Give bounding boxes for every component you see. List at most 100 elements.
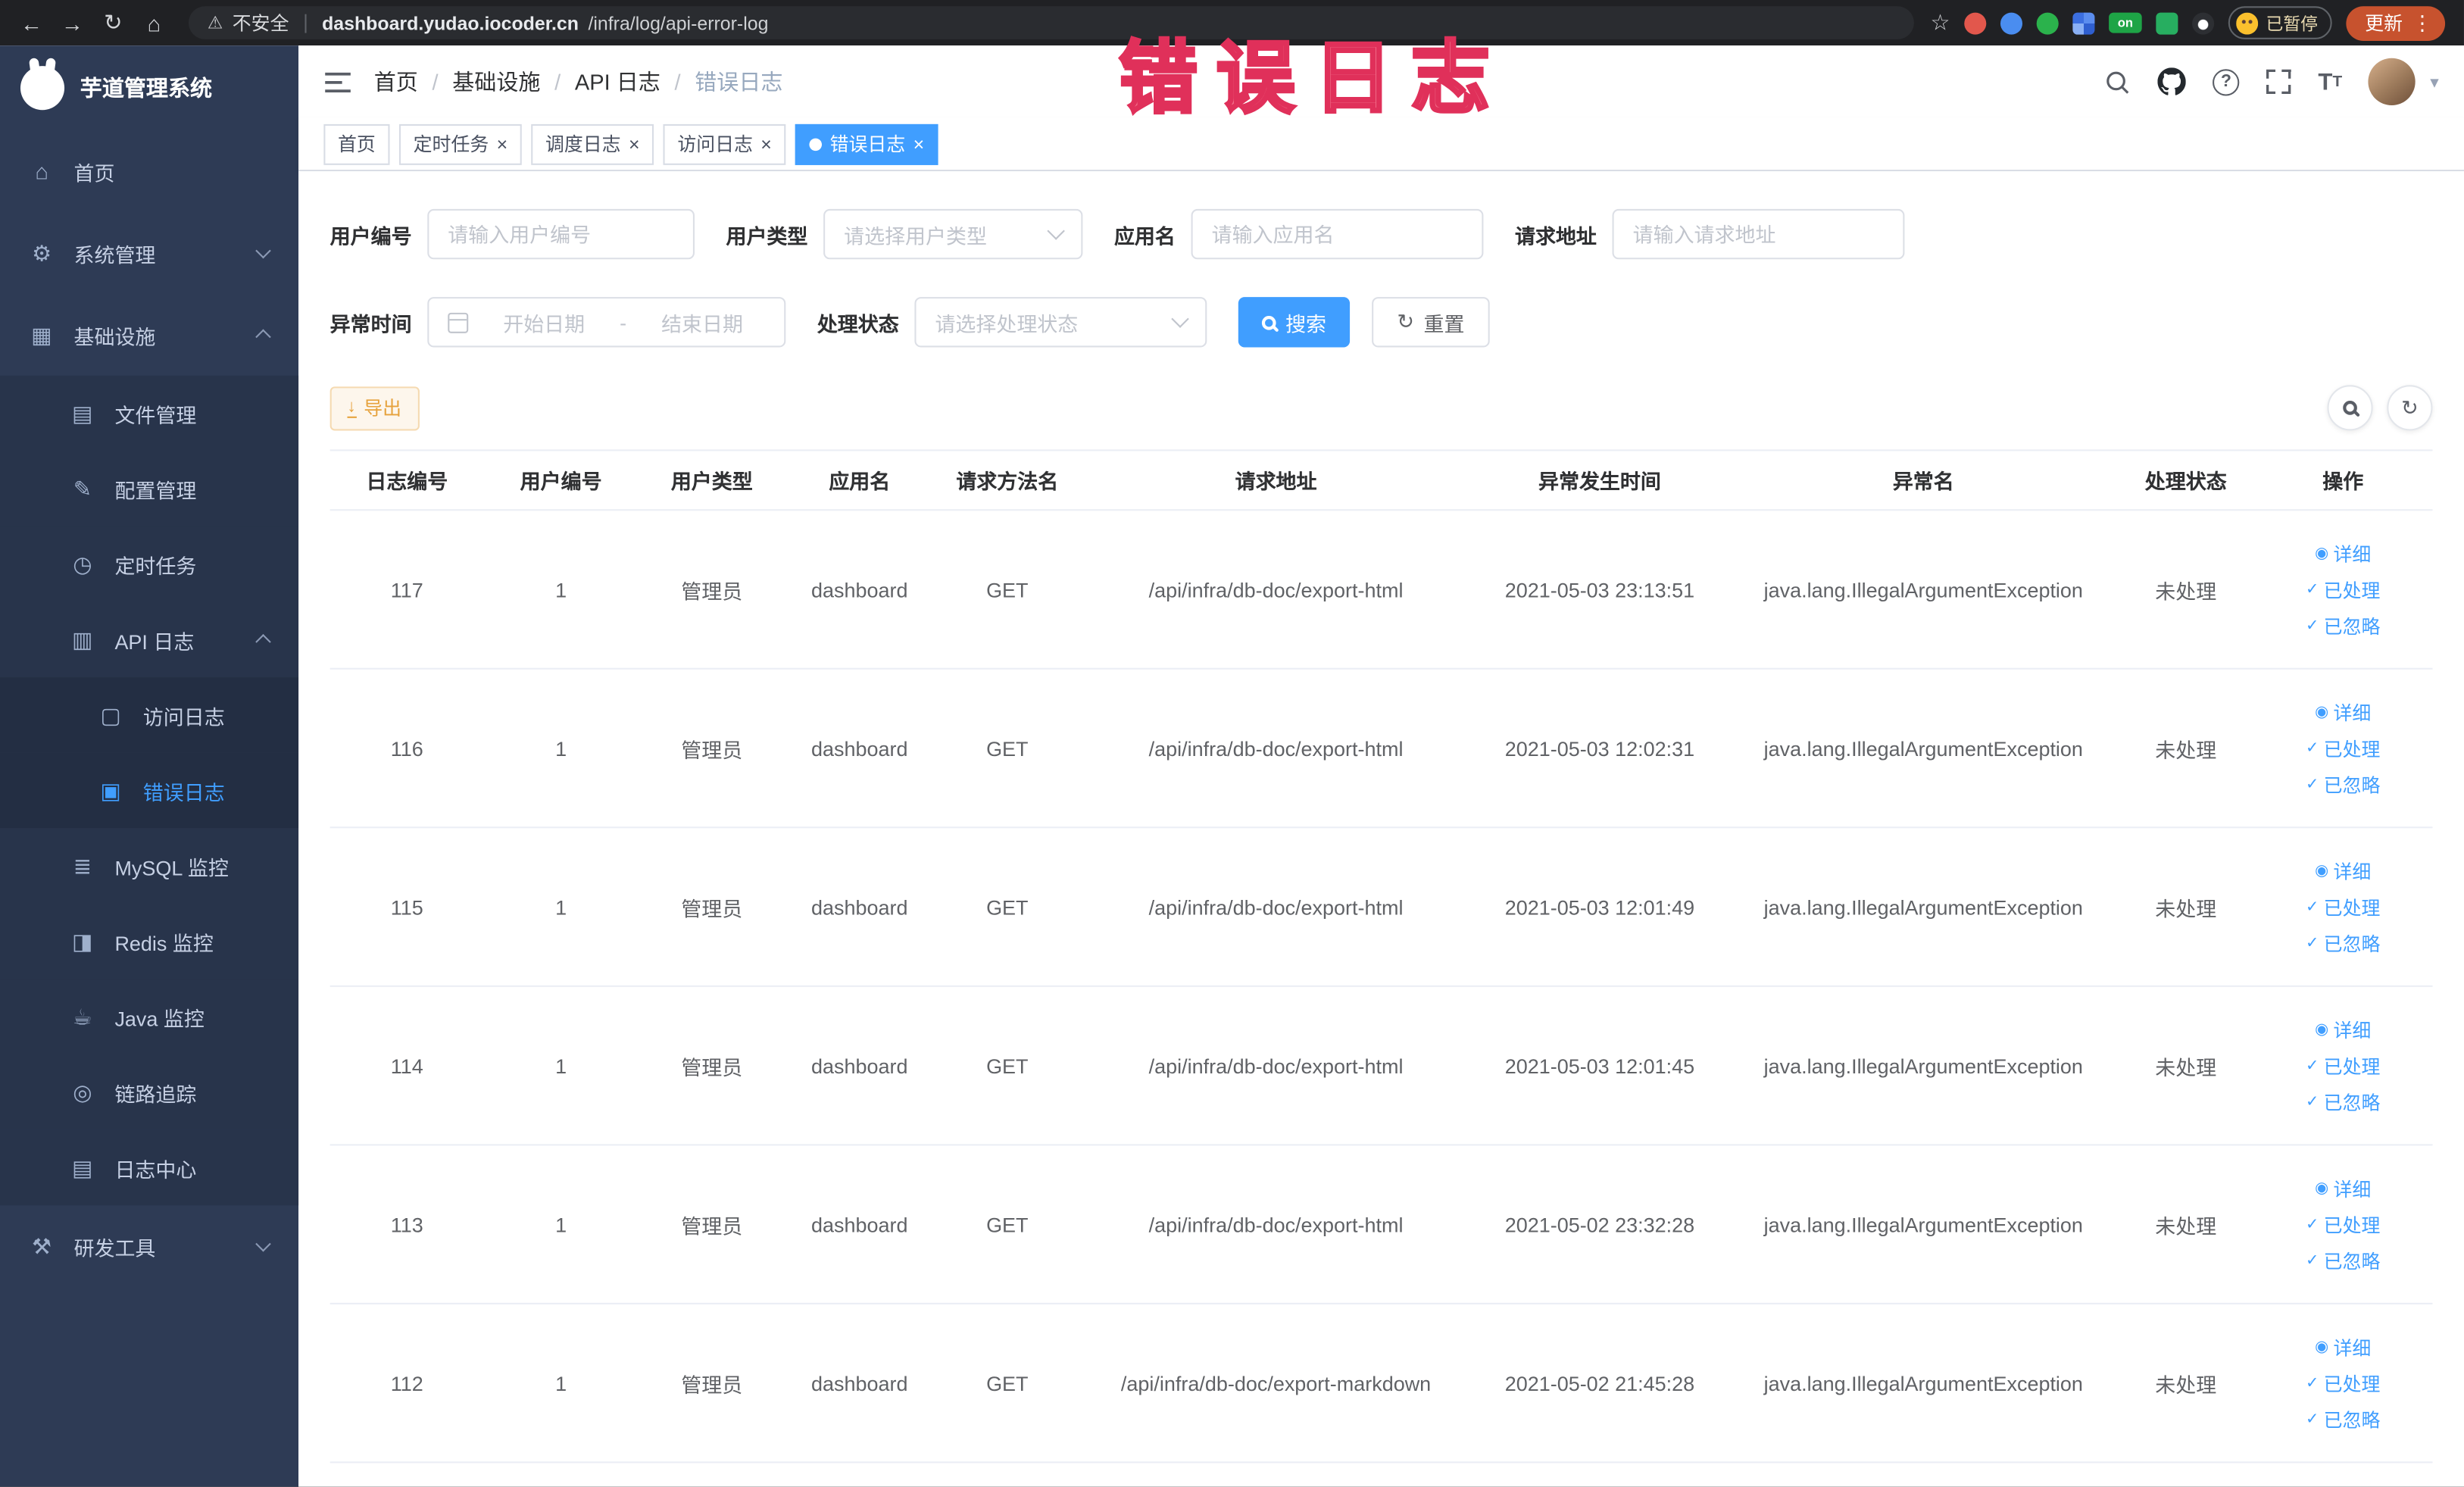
request-url-input[interactable] xyxy=(1612,208,1905,260)
cell-user-id: 1 xyxy=(555,1371,567,1395)
tab-scheduler-log[interactable]: 调度日志 × xyxy=(531,123,654,164)
mark-ignored-link[interactable]: ✓ 已忽略 xyxy=(2306,929,2380,956)
sidebar-item-mysql-monitor[interactable]: ≣ MySQL 监控 xyxy=(0,828,299,904)
tab-home[interactable]: 首页 xyxy=(323,123,390,164)
user-type-select[interactable]: 请选择用户类型 xyxy=(823,208,1083,260)
detail-link[interactable]: ◉ 详细 xyxy=(2315,1333,2371,1360)
forward-button[interactable]: → xyxy=(54,4,92,42)
tab-scheduled-jobs[interactable]: 定时任务 × xyxy=(398,123,522,164)
export-button[interactable]: ↓ 导出 xyxy=(329,386,419,430)
sidebar-item-file-manage[interactable]: ▤ 文件管理 xyxy=(0,375,299,451)
mark-ignored-link[interactable]: ✓ 已忽略 xyxy=(2306,1089,2380,1115)
check-icon: ✓ xyxy=(2306,934,2319,952)
search-button[interactable]: 搜索 xyxy=(1238,297,1351,348)
bookmark-star-icon[interactable]: ☆ xyxy=(1930,9,1950,36)
detail-link[interactable]: ◉ 详细 xyxy=(2315,540,2371,567)
sidebar-item-api-log[interactable]: ▥ API 日志 xyxy=(0,601,299,678)
exception-time-range[interactable]: 开始日期 - 结束日期 xyxy=(427,297,786,348)
breadcrumb-api-log[interactable]: API 日志 xyxy=(575,66,661,97)
extension-icon-blue[interactable] xyxy=(2000,11,2022,34)
mark-ignored-link[interactable]: ✓ 已忽略 xyxy=(2306,612,2380,639)
security-warning-icon: ⚠ xyxy=(207,14,223,33)
cell-log-id: 115 xyxy=(390,895,423,919)
mark-processed-link[interactable]: ✓ 已处理 xyxy=(2306,1370,2380,1396)
extension-icon-leaf[interactable] xyxy=(2156,11,2178,34)
sidebar-item-system-manage[interactable]: ⚙ 系统管理 xyxy=(0,212,298,294)
close-icon[interactable]: × xyxy=(629,134,640,153)
mark-processed-link[interactable]: ✓ 已处理 xyxy=(2306,576,2380,602)
update-button[interactable]: 更新 ⋮ xyxy=(2346,5,2446,40)
home-button[interactable]: ⌂ xyxy=(135,4,173,42)
extension-icon-paw[interactable] xyxy=(2192,11,2215,34)
sidebar-item-scheduled-jobs[interactable]: ◷ 定时任务 xyxy=(0,526,299,602)
sidebar-item-dev-tools[interactable]: ⚒ 研发工具 xyxy=(0,1205,298,1287)
close-icon[interactable]: × xyxy=(497,134,508,153)
avatar-caret-icon[interactable]: ▾ xyxy=(2430,71,2438,92)
extension-icon-grid[interactable] xyxy=(2072,11,2095,34)
sidebar-item-error-log[interactable]: ▣ 错误日志 xyxy=(0,752,299,829)
close-icon[interactable]: × xyxy=(760,134,772,153)
extension-icon-green[interactable] xyxy=(2036,11,2059,34)
profile-chip[interactable]: 已暂停 xyxy=(2228,6,2332,39)
column-header-user-id: 用户编号 xyxy=(520,470,602,494)
process-status-select[interactable]: 请选择处理状态 xyxy=(914,297,1207,348)
close-icon[interactable]: × xyxy=(913,134,925,153)
sidebar-item-home[interactable]: ⌂ 首页 xyxy=(0,130,298,212)
tabs-bar: 首页 定时任务 × 调度日志 × 访问日志 × 错误日志 × xyxy=(298,117,2464,172)
mark-processed-link[interactable]: ✓ 已处理 xyxy=(2306,1211,2380,1237)
help-icon[interactable]: ? xyxy=(2213,68,2240,95)
refresh-button[interactable]: ↻ xyxy=(2387,385,2433,431)
mark-processed-link[interactable]: ✓ 已处理 xyxy=(2306,735,2380,761)
check-icon: ✓ xyxy=(2306,1215,2319,1233)
security-label[interactable]: 不安全 xyxy=(233,9,289,36)
mark-processed-link[interactable]: ✓ 已处理 xyxy=(2306,1052,2380,1079)
sidebar-item-access-log[interactable]: ▢ 访问日志 xyxy=(0,677,299,753)
detail-link[interactable]: ◉ 详细 xyxy=(2315,1016,2371,1042)
breadcrumb-home[interactable]: 首页 xyxy=(374,66,418,97)
app-logo[interactable]: 芋道管理系统 xyxy=(0,45,298,130)
sidebar-item-redis-monitor[interactable]: ◨ Redis 监控 xyxy=(0,903,299,979)
sidebar-item-log-center[interactable]: ▤ 日志中心 xyxy=(0,1129,299,1206)
reload-button[interactable]: ↻ xyxy=(94,4,132,42)
table-row: 116 1 管理员 dashboard GET /api/infra/db-do… xyxy=(329,670,2433,829)
github-icon[interactable] xyxy=(2157,67,2187,95)
fullscreen-icon[interactable] xyxy=(2266,69,2292,95)
mark-processed-link[interactable]: ✓ 已处理 xyxy=(2306,893,2380,920)
cell-actions: ◉ 详细 ✓ 已处理 ✓ 已忽略 xyxy=(2253,698,2433,798)
font-size-icon[interactable]: TT xyxy=(2318,68,2342,95)
sidebar-item-java-monitor[interactable]: ☕ Java 监控 xyxy=(0,979,299,1055)
breadcrumb-infrastructure[interactable]: 基础设施 xyxy=(452,66,540,97)
search-icon[interactable] xyxy=(2104,68,2131,95)
mark-ignored-link[interactable]: ✓ 已忽略 xyxy=(2306,771,2380,798)
check-icon: ✓ xyxy=(2306,775,2319,793)
column-header-time: 异常发生时间 xyxy=(1538,470,1661,494)
detail-link[interactable]: ◉ 详细 xyxy=(2315,858,2371,884)
app-name-input[interactable] xyxy=(1191,208,1484,260)
check-icon: ✓ xyxy=(2306,1410,2319,1428)
filter-process-status: 处理状态 请选择处理状态 xyxy=(817,297,1207,348)
hamburger-menu-icon[interactable] xyxy=(323,70,351,93)
tab-access-log[interactable]: 访问日志 × xyxy=(663,123,786,164)
search-toggle-button[interactable] xyxy=(2327,385,2373,431)
tab-error-log[interactable]: 错误日志 × xyxy=(795,123,938,164)
reset-button[interactable]: ↻ 重置 xyxy=(1372,297,1490,348)
user-id-input[interactable] xyxy=(427,208,695,260)
mark-ignored-link[interactable]: ✓ 已忽略 xyxy=(2306,1406,2380,1432)
mark-ignored-link[interactable]: ✓ 已忽略 xyxy=(2306,1247,2380,1273)
menu-dots-icon[interactable]: ⋮ xyxy=(2412,10,2433,35)
search-icon xyxy=(1261,314,1276,330)
detail-link[interactable]: ◉ 详细 xyxy=(2315,1175,2371,1201)
user-avatar[interactable] xyxy=(2369,58,2416,105)
sidebar-item-trace[interactable]: ◎ 链路追踪 xyxy=(0,1054,299,1130)
sidebar-item-infrastructure[interactable]: ▦ 基础设施 xyxy=(0,294,298,376)
table-row: 112 1 管理员 dashboard GET /api/infra/db-do… xyxy=(329,1304,2433,1464)
address-bar[interactable]: ⚠ 不安全 dashboard.yudao.iocoder.cn /infra/… xyxy=(188,6,1915,39)
extension-icon-red[interactable] xyxy=(1964,11,1987,34)
sidebar-item-config-manage[interactable]: ✎ 配置管理 xyxy=(0,451,299,526)
back-button[interactable]: ← xyxy=(13,4,51,42)
filter-user-type: 用户类型 请选择用户类型 xyxy=(726,208,1083,260)
extension-on-badge[interactable]: on xyxy=(2109,12,2142,33)
folder-icon: ▤ xyxy=(72,399,93,426)
cell-status: 未处理 xyxy=(2155,1214,2217,1238)
detail-link[interactable]: ◉ 详细 xyxy=(2315,698,2371,725)
